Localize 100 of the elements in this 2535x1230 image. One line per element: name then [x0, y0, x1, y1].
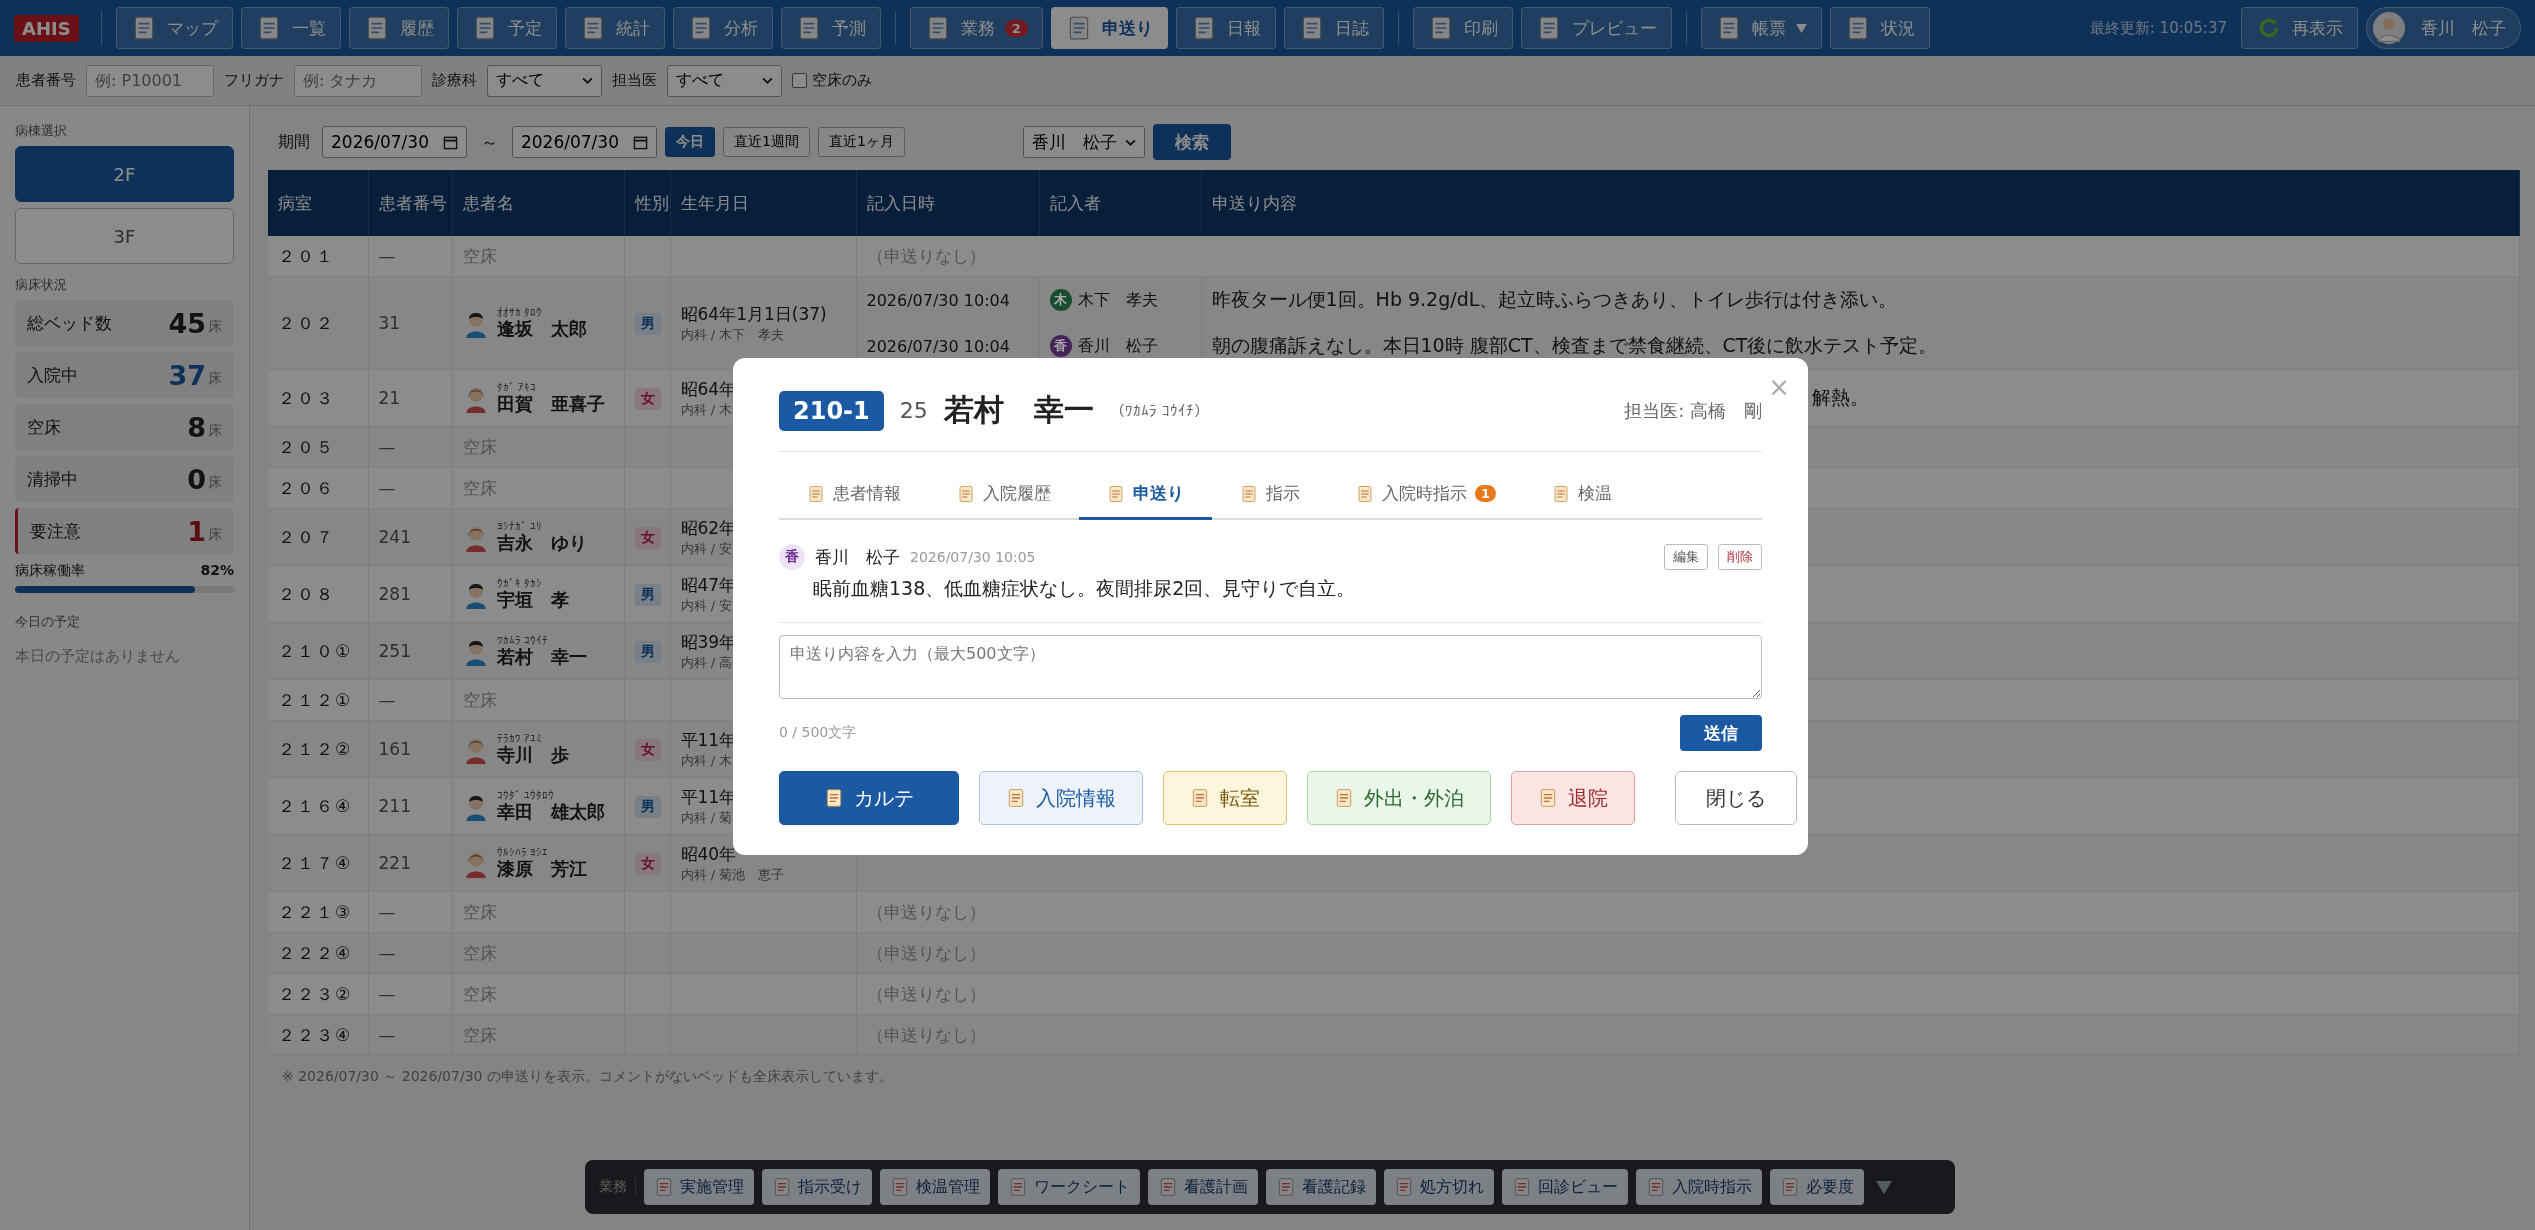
department-doctor: 内科 / 高 [680, 653, 733, 672]
stat-label: 空床 [27, 415, 62, 439]
table-cell: 241 [368, 508, 452, 566]
stat-label: 要注意 [30, 519, 82, 543]
handover-text: 解熱。 [1811, 385, 1869, 410]
table-cell: 281 [368, 565, 452, 623]
dialog-tab[interactable]: 入院時指示 1 [1328, 472, 1525, 520]
patient-number: 25 [899, 398, 928, 423]
staff-select[interactable]: 香川 松子 [1022, 126, 1145, 158]
ward-button[interactable]: 3F [15, 208, 234, 264]
document-icon [1552, 484, 1571, 503]
table-cell: — [368, 426, 452, 468]
stat-label: 入院中 [27, 363, 79, 387]
author-initial: 香 [779, 544, 805, 570]
sex-badge: 男 [634, 640, 661, 663]
action-button[interactable]: カルテ [779, 771, 959, 825]
stat-unit: 床 [208, 474, 222, 492]
note-time: 2026/07/30 10:05 [910, 549, 1036, 565]
department-doctor: 内科 / 安 [680, 539, 733, 558]
select-field[interactable]: すべて [487, 64, 602, 97]
entry-time: 2026/07/30 10:04 [866, 335, 1011, 358]
toolbar-button[interactable]: 申送り [1050, 7, 1168, 49]
table-cell: 空床 [452, 467, 624, 509]
table-cell: — [368, 467, 452, 509]
character-counter: 0 / 500文字 [779, 724, 857, 742]
stat-unit: 床 [208, 370, 222, 388]
action-button[interactable]: 入院情報 [979, 771, 1143, 825]
dock-button[interactable]: 処方切れ [1384, 1169, 1494, 1205]
dock-button[interactable]: 実施管理 [644, 1169, 754, 1205]
field-label: 患者番号 [16, 71, 76, 90]
range-button[interactable]: 直近1ヶ月 [817, 127, 905, 157]
date-field[interactable]: 2026/07/30 [322, 126, 467, 158]
caret-icon[interactable] [1876, 1180, 1892, 1194]
handover-input[interactable]: 申送り内容を入力（最大500文字） [779, 635, 1762, 699]
dock-button[interactable]: 必要度 [1770, 1169, 1864, 1205]
table-cell: ２２３④ [268, 1014, 368, 1056]
action-button[interactable]: 外出・外泊 [1307, 771, 1491, 825]
range-button[interactable]: 今日 [664, 127, 715, 157]
dock-button[interactable]: 指示受け [762, 1169, 872, 1205]
dock-button[interactable]: 看護計画 [1148, 1169, 1258, 1205]
section-title: 病棟選択 [15, 122, 68, 140]
stat-value: 8 [187, 411, 206, 443]
department-doctor: 内科 / 木 [680, 751, 733, 770]
dock-button[interactable]: ワークシート [998, 1169, 1140, 1205]
action-button[interactable]: 転室 [1163, 771, 1287, 825]
dock-button[interactable]: 検温管理 [880, 1169, 990, 1205]
dock-button[interactable]: 回診ビュー [1502, 1169, 1628, 1205]
patient-name: 漆原 芳江 [496, 859, 587, 879]
input-field[interactable]: 例: P10001 [86, 64, 214, 97]
send-button[interactable]: 送信 [1680, 715, 1762, 751]
patient-name: 寺川 歩 [496, 745, 569, 765]
table-cell: 空床 [452, 973, 624, 1015]
patient-kana: ﾃﾗｶﾜ ｱﾕﾐ [496, 733, 543, 746]
no-handover: （申送りなし） [866, 983, 986, 1004]
action-button[interactable]: 退院 [1511, 771, 1635, 825]
dialog-tab[interactable]: 指示 [1212, 472, 1328, 520]
document-icon [807, 484, 825, 503]
last-updated: 最終更新: 10:05:37 [2089, 18, 2227, 38]
dialog-tab[interactable]: 患者情報 [779, 472, 929, 520]
calendar-icon [443, 134, 458, 150]
document-icon [890, 1177, 910, 1197]
dock-button[interactable]: 看護記録 [1266, 1169, 1376, 1205]
range-button[interactable]: 直近1週間 [722, 127, 810, 157]
app-logo: AHIS [14, 14, 79, 42]
document-icon [1780, 1177, 1800, 1197]
dialog-tab[interactable]: 検温 [1524, 472, 1641, 520]
close-button[interactable]: 閉じる [1675, 771, 1797, 825]
author-initial: 香 [1049, 335, 1072, 357]
document-icon [1240, 484, 1258, 503]
document-icon [772, 1177, 792, 1197]
edit-button[interactable]: 編集 [1664, 544, 1708, 570]
dialog-tab[interactable]: 申送り [1079, 472, 1212, 520]
stat-unit: 床 [208, 422, 222, 440]
table-cell: 221 [368, 834, 452, 892]
ward-button[interactable]: 2F [15, 146, 234, 202]
document-icon [1190, 788, 1210, 808]
author-initial: 木 [1049, 289, 1072, 311]
patient-kana: ﾖｼﾅｶﾞ ﾕﾘ [496, 521, 543, 534]
handover-text: 朝の腹痛訴えなし。本日10時 腹部CT、検査まで禁食継続、CT後に飲水テスト予定。 [1211, 333, 1939, 358]
search-button[interactable]: 検索 [1152, 124, 1231, 160]
delete-button[interactable]: 削除 [1718, 544, 1762, 570]
select-field[interactable]: すべて [667, 64, 782, 97]
close-button[interactable]: × [1764, 372, 1794, 402]
table-cell: — [368, 679, 452, 721]
field-label: 期間 [278, 131, 310, 153]
document-icon [1107, 484, 1125, 503]
input-field[interactable]: 例: タナカ [294, 64, 422, 97]
count-badge: 2 [1004, 19, 1028, 37]
table-cell: ２０８ [268, 565, 368, 623]
dialog-tab[interactable]: 入院履歴 [929, 472, 1079, 520]
sex-badge: 女 [634, 526, 661, 549]
date-field[interactable]: 2026/07/30 [512, 126, 657, 158]
checkbox[interactable] [792, 73, 807, 88]
dock-button[interactable]: 入院時指示 [1636, 1169, 1762, 1205]
table-cell: — [368, 932, 452, 974]
department-doctor: 内科 / 木下 孝夫 [680, 325, 785, 344]
person-icon [2373, 12, 2405, 44]
table-cell: ２２１③ [268, 891, 368, 933]
table-cell: ２０７ [268, 508, 368, 566]
sex-badge: 女 [634, 852, 661, 875]
